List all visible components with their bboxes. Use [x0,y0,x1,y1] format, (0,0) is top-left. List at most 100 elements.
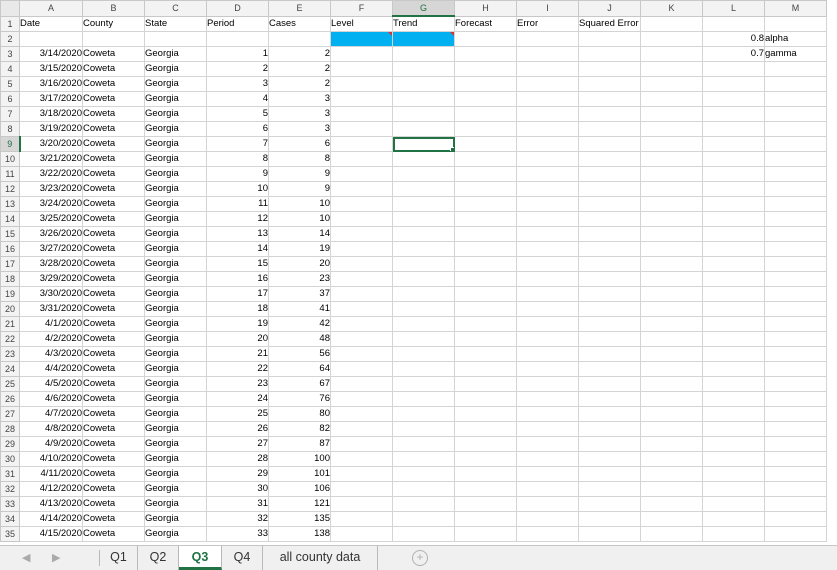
cases-cell[interactable]: 64 [268,361,331,377]
date-cell[interactable]: 3/24/2020 [19,196,83,212]
cases-cell[interactable]: 2 [268,46,331,62]
county-cell[interactable]: Coweta [82,406,145,422]
cell[interactable] [578,406,641,422]
county-cell[interactable]: Coweta [82,196,145,212]
cell[interactable] [330,301,393,317]
cell[interactable] [330,196,393,212]
date-cell[interactable]: 4/8/2020 [19,421,83,437]
cases-cell[interactable]: 67 [268,376,331,392]
state-cell[interactable]: Georgia [144,376,207,392]
cell[interactable] [330,346,393,362]
state-cell[interactable]: Georgia [144,331,207,347]
county-cell[interactable]: Coweta [82,286,145,302]
cases-cell[interactable]: 121 [268,496,331,512]
date-cell[interactable]: 4/10/2020 [19,451,83,467]
state-cell[interactable]: Georgia [144,406,207,422]
cases-cell[interactable]: 3 [268,91,331,107]
cell[interactable] [516,166,579,182]
state-cell[interactable]: Georgia [144,181,207,197]
cell[interactable] [702,466,765,482]
cell[interactable] [764,526,827,542]
period-cell[interactable]: 21 [206,346,269,362]
cell[interactable] [330,286,393,302]
county-cell[interactable]: Coweta [82,391,145,407]
row-header[interactable]: 34 [0,511,20,527]
cell[interactable] [454,466,517,482]
cell[interactable] [764,196,827,212]
cell[interactable] [392,391,455,407]
level-initial-cell[interactable] [330,31,393,47]
cell[interactable] [454,271,517,287]
cell[interactable] [454,451,517,467]
cell[interactable] [330,91,393,107]
cases-cell[interactable]: 135 [268,511,331,527]
cell[interactable] [702,151,765,167]
cell[interactable] [702,121,765,137]
cases-cell[interactable]: 56 [268,346,331,362]
date-cell[interactable]: 3/15/2020 [19,61,83,77]
cell[interactable] [330,241,393,257]
cell[interactable] [578,211,641,227]
date-cell[interactable]: 4/1/2020 [19,316,83,332]
cell[interactable] [392,196,455,212]
cell[interactable] [578,331,641,347]
period-cell[interactable]: 26 [206,421,269,437]
state-cell[interactable]: Georgia [144,46,207,62]
cell[interactable] [578,466,641,482]
period-cell[interactable]: 9 [206,166,269,182]
cell[interactable] [578,526,641,542]
state-cell[interactable]: Georgia [144,61,207,77]
period-cell[interactable]: 3 [206,76,269,92]
header-cell[interactable]: Date [19,15,83,32]
cases-cell[interactable]: 10 [268,211,331,227]
cell[interactable] [640,151,703,167]
cell[interactable] [392,481,455,497]
state-cell[interactable]: Georgia [144,481,207,497]
period-cell[interactable]: 30 [206,481,269,497]
cell[interactable] [764,496,827,512]
cell[interactable] [578,421,641,437]
column-header-f[interactable]: F [330,0,393,17]
state-cell[interactable]: Georgia [144,91,207,107]
cell[interactable] [702,361,765,377]
county-cell[interactable]: Coweta [82,481,145,497]
row-header[interactable]: 33 [0,496,20,512]
state-cell[interactable]: Georgia [144,106,207,122]
date-cell[interactable]: 3/23/2020 [19,181,83,197]
state-cell[interactable]: Georgia [144,166,207,182]
cell[interactable] [702,376,765,392]
spreadsheet-grid[interactable]: ABCDEFGHIJKLM 1 Date County State Period Case… [0,0,837,545]
cell[interactable] [702,391,765,407]
period-cell[interactable]: 22 [206,361,269,377]
cell[interactable] [764,391,827,407]
cell[interactable] [578,481,641,497]
sheet-tab[interactable]: Q2 [138,546,179,570]
cell[interactable] [392,91,455,107]
county-cell[interactable]: Coweta [82,166,145,182]
row-header[interactable]: 8 [0,121,20,137]
cell[interactable] [516,331,579,347]
row-header[interactable]: 22 [0,331,20,347]
period-cell[interactable]: 29 [206,466,269,482]
comment-marker-icon[interactable] [388,32,392,36]
cell[interactable] [578,301,641,317]
cell[interactable] [392,286,455,302]
cell[interactable] [702,331,765,347]
column-header-c[interactable]: C [144,0,207,17]
county-cell[interactable]: Coweta [82,496,145,512]
cell[interactable] [640,256,703,272]
date-cell[interactable]: 3/16/2020 [19,76,83,92]
county-cell[interactable]: Coweta [82,76,145,92]
cell[interactable] [578,286,641,302]
cell[interactable] [764,406,827,422]
cell[interactable] [578,136,641,152]
cell[interactable] [392,256,455,272]
cell[interactable] [516,181,579,197]
select-all-corner[interactable] [0,0,20,17]
cases-cell[interactable]: 41 [268,301,331,317]
date-cell[interactable]: 4/4/2020 [19,361,83,377]
cell[interactable] [764,226,827,242]
cell[interactable] [144,31,207,47]
cell[interactable] [516,241,579,257]
cell[interactable] [702,226,765,242]
